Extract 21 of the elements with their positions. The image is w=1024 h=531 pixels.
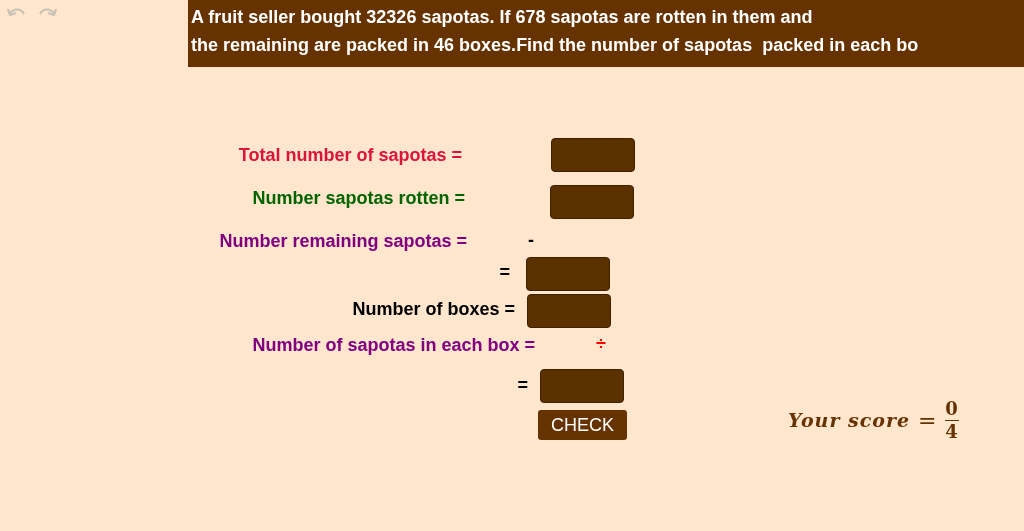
question-text: A fruit seller bought 32326 sapotas. If 678 sapotas are rotten in them and [191, 6, 814, 28]
score-numerator: 0 [945, 398, 958, 420]
label-text: = [517, 374, 528, 396]
question-text: the remaining are packed in 46 boxes.Find the number of sapotas packed in each bo [191, 34, 920, 56]
label-text: = [499, 261, 510, 283]
answer-field[interactable] [540, 369, 624, 403]
label-text: Total number of sapotas = [238, 144, 462, 166]
label-text: Number of boxes = [352, 298, 515, 320]
label-text: Number remaining sapotas = [219, 230, 467, 252]
score-denominator: 4 [945, 421, 958, 443]
equals-sign: = [918, 407, 937, 435]
score-label: Your score [788, 408, 911, 434]
label-text: Number sapotas rotten = [252, 187, 465, 209]
operator-symbol: ÷ [596, 333, 606, 355]
label-text: Number of sapotas in each box = [252, 334, 535, 356]
answer-field[interactable] [550, 185, 634, 219]
answer-field[interactable] [526, 257, 610, 291]
operator-symbol: - [528, 229, 534, 251]
answer-field[interactable] [527, 294, 611, 328]
check-button[interactable]: CHECK [538, 410, 627, 440]
answer-field[interactable] [551, 138, 635, 172]
